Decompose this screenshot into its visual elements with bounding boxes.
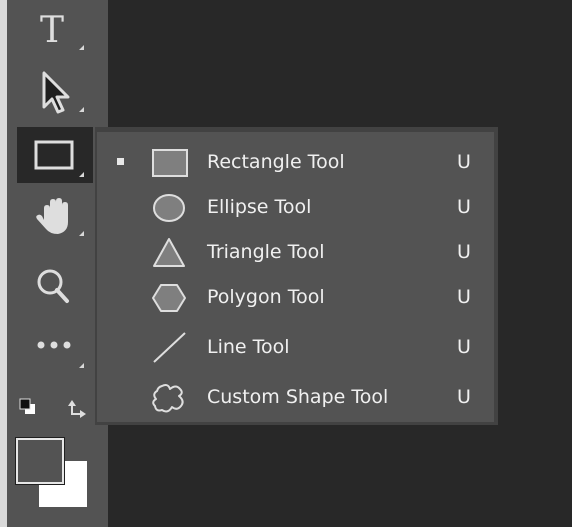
custom-shape-icon [152,384,184,413]
triangle-icon [153,238,185,267]
selected-indicator [117,158,124,165]
menu-item-label: Ellipse Tool [207,196,312,218]
flyout-indicator [79,107,84,112]
svg-text:T: T [40,10,64,51]
menu-item-label: Polygon Tool [207,286,325,308]
foreground-color-swatch[interactable] [16,438,64,484]
menu-item-label: Rectangle Tool [207,151,345,173]
polygon-icon [152,284,186,312]
menu-item-polygon-tool[interactable]: Polygon Tool U [97,275,494,320]
rectangle-tool-button[interactable] [17,127,93,183]
menu-item-label: Triangle Tool [207,241,325,263]
path-selection-tool-button[interactable] [17,62,93,118]
menu-item-custom-shape-tool[interactable]: Custom Shape Tool U [97,375,494,420]
rectangle-icon [152,149,188,177]
menu-item-label: Custom Shape Tool [207,386,389,408]
flyout-indicator [79,45,84,50]
tools-panel: T [7,0,108,527]
menu-item-shortcut: U [457,196,471,218]
ellipse-icon [153,194,185,222]
menu-item-shortcut: U [457,336,471,358]
menu-item-shortcut: U [457,241,471,263]
menu-item-line-tool[interactable]: Line Tool U [97,325,494,370]
menu-item-shortcut: U [457,386,471,408]
hand-tool-button[interactable] [17,186,93,242]
flyout-indicator [79,363,84,368]
flyout-indicator [79,231,84,236]
menu-item-ellipse-tool[interactable]: Ellipse Tool U [97,185,494,230]
swap-colors-icon[interactable] [68,400,86,418]
flyout-indicator [79,172,84,177]
zoom-tool-button[interactable] [17,256,93,312]
menu-item-triangle-tool[interactable]: Triangle Tool U [97,230,494,275]
window-edge [0,0,7,527]
menu-item-shortcut: U [457,286,471,308]
type-tool-button[interactable]: T [17,0,93,56]
default-colors-icon[interactable] [19,398,35,414]
menu-item-label: Line Tool [207,336,290,358]
shape-tools-flyout-menu: Rectangle Tool U Ellipse Tool U Triangle… [95,127,498,425]
menu-item-shortcut: U [457,151,471,173]
line-icon [153,332,186,363]
color-controls [19,398,86,418]
zoom-icon [37,269,69,303]
menu-item-rectangle-tool[interactable]: Rectangle Tool U [97,140,494,185]
edit-toolbar-button[interactable] [17,318,93,374]
